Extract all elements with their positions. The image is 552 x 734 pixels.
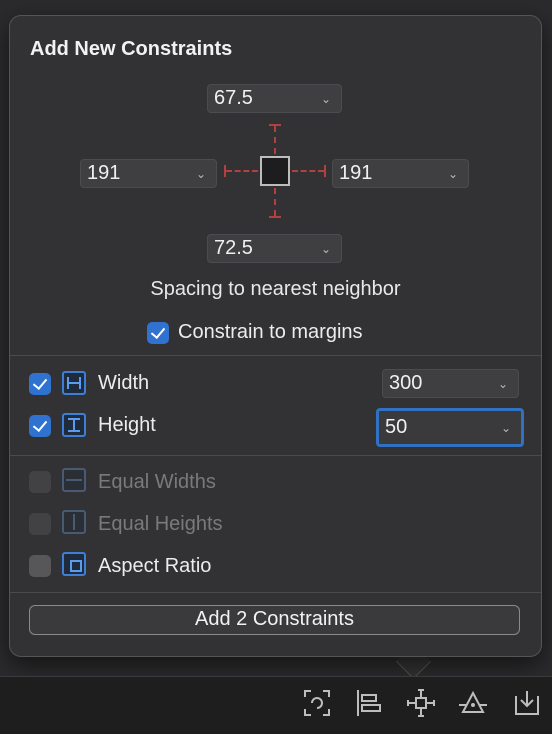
chevron-down-icon: ⌄ [320,91,331,106]
height-value: 50 [385,416,408,438]
constrain-margins-label: Constrain to margins [178,321,363,343]
view-square [260,156,290,186]
left-constraint-toggle[interactable] [226,170,258,172]
canvas-toolbar [0,676,552,734]
equal-widths-label: Equal Widths [98,471,216,493]
add-constraints-popover: Add New Constraints 67.5 ⌄ 191 ⌄ 191 ⌄ 72.5… [9,15,542,657]
right-constraint-toggle[interactable] [292,170,324,172]
add-constraints-button[interactable]: Add 2 Constraints [29,605,520,635]
width-icon [62,371,86,395]
equal-heights-icon [62,510,86,534]
height-checkbox[interactable] [29,415,51,437]
spacing-caption: Spacing to nearest neighbor [150,278,401,300]
top-spacing-select[interactable]: 67.5 ⌄ [207,84,342,113]
height-label: Height [98,414,156,436]
equal-heights-checkbox[interactable] [29,513,51,535]
right-spacing-select[interactable]: 191 ⌄ [332,159,469,188]
top-constraint-toggle[interactable] [274,126,276,154]
aspect-ratio-icon [62,552,86,576]
left-constraint-cap [224,165,226,177]
chevron-down-icon: ⌄ [195,166,206,181]
width-label: Width [98,372,150,394]
resolve-issues-icon[interactable] [457,687,489,719]
divider [10,355,541,356]
equal-widths-icon [62,468,86,492]
left-spacing-value: 191 [87,162,121,184]
chevron-down-icon: ⌄ [500,420,511,435]
divider [10,455,541,456]
bottom-spacing-value: 72.5 [214,237,253,259]
align-icon[interactable] [353,687,385,719]
equal-heights-label: Equal Heights [98,513,223,535]
height-value-input[interactable]: 50 ⌄ [376,408,524,447]
width-value: 300 [389,372,423,394]
width-checkbox[interactable] [29,373,51,395]
divider [10,592,541,593]
top-spacing-value: 67.5 [214,87,253,109]
aspect-ratio-checkbox[interactable] [29,555,51,577]
bottom-constraint-cap [269,216,281,218]
equal-widths-checkbox[interactable] [29,471,51,493]
height-icon [62,413,86,437]
embed-in-icon[interactable] [511,687,543,719]
width-value-select[interactable]: 300 ⌄ [382,369,519,398]
right-constraint-cap [324,165,326,177]
bottom-constraint-toggle[interactable] [274,188,276,216]
left-spacing-select[interactable]: 191 ⌄ [80,159,217,188]
chevron-down-icon: ⌄ [497,376,508,391]
chevron-down-icon: ⌄ [320,241,331,256]
aspect-ratio-label: Aspect Ratio [98,555,212,577]
bottom-spacing-select[interactable]: 72.5 ⌄ [207,234,342,263]
top-constraint-cap [269,124,281,126]
update-frames-icon[interactable] [301,687,333,719]
constrain-margins-checkbox[interactable] [147,322,169,344]
add-constraints-icon[interactable] [405,687,437,719]
chevron-down-icon: ⌄ [447,166,458,181]
popover-title: Add New Constraints [30,38,233,60]
right-spacing-value: 191 [339,162,373,184]
